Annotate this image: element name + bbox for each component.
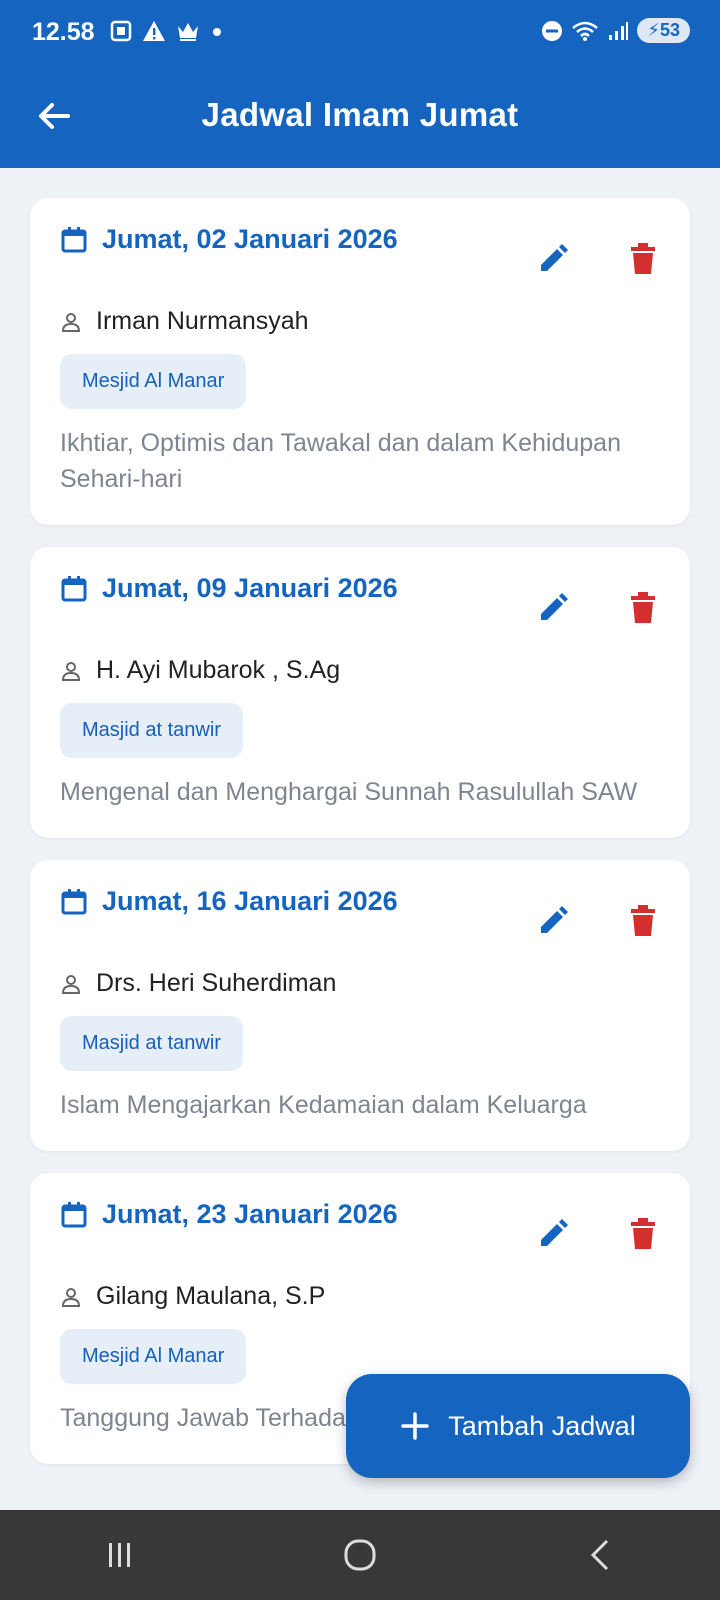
warning-icon [143, 21, 165, 41]
imam-row: Irman Nurmansyah [60, 307, 660, 336]
person-icon [61, 312, 81, 332]
edit-button[interactable] [536, 1217, 570, 1251]
edit-button[interactable] [536, 591, 570, 625]
delete-button[interactable] [626, 1217, 660, 1251]
recent-apps-icon [109, 1543, 130, 1567]
sermon-topic: Mengenal dan Menghargai Sunnah Rasululla… [60, 778, 638, 806]
calendar-icon [61, 888, 87, 914]
calendar-icon [61, 1201, 87, 1227]
status-time: 12.58 [32, 18, 95, 46]
schedule-date: Jumat, 16 Januari 2026 [102, 886, 398, 916]
status-right-icons: ⚡53 [541, 18, 690, 43]
calendar-icon [61, 226, 87, 252]
pencil-icon [541, 906, 568, 933]
signal-icon [609, 21, 629, 40]
battery-level: 53 [659, 20, 680, 40]
battery-icon: ⚡53 [637, 18, 690, 43]
person-icon [61, 1287, 81, 1307]
crown-icon [178, 23, 198, 41]
system-nav-bar [0, 1510, 720, 1600]
dnd-icon [542, 20, 563, 41]
pencil-icon [541, 1219, 568, 1246]
delete-button[interactable] [626, 904, 660, 938]
status-left-icons [110, 20, 224, 42]
recent-apps-button[interactable] [90, 1525, 150, 1585]
schedule-list: Jumat, 02 Januari 2026 Irman Nurmansyah … [30, 198, 690, 1486]
imam-name: Irman Nurmansyah [96, 307, 309, 335]
trash-icon [631, 243, 655, 274]
home-button[interactable] [330, 1525, 390, 1585]
wifi-icon [572, 21, 599, 41]
mosque-chip: Mesjid Al Manar [60, 354, 247, 409]
screenshot-icon [110, 20, 132, 42]
delete-button[interactable] [626, 591, 660, 625]
mosque-chip: Mesjid Al Manar [60, 1329, 247, 1384]
schedule-date: Jumat, 02 Januari 2026 [102, 224, 398, 254]
trash-icon [631, 592, 655, 623]
card-actions [536, 904, 660, 938]
mosque-chip: Masjid at tanwir [60, 1016, 243, 1071]
calendar-icon [61, 575, 87, 601]
dot-icon [213, 28, 221, 36]
edit-button[interactable] [536, 242, 570, 276]
app-bar: Jadwal Imam Jumat [0, 66, 720, 168]
status-bar: 12.58 ⚡53 [0, 0, 720, 66]
pencil-icon [541, 593, 568, 620]
pencil-icon [541, 244, 568, 271]
imam-row: Gilang Maulana, S.P [60, 1282, 660, 1311]
trash-icon [631, 1218, 655, 1249]
chevron-left-icon [590, 1539, 609, 1571]
card-actions [536, 591, 660, 625]
schedule-date: Jumat, 23 Januari 2026 [102, 1199, 398, 1229]
imam-name: Gilang Maulana, S.P [96, 1282, 326, 1310]
schedule-card[interactable]: Jumat, 02 Januari 2026 Irman Nurmansyah … [30, 198, 690, 525]
trash-icon [631, 905, 655, 936]
schedule-card[interactable]: Jumat, 09 Januari 2026 H. Ayi Mubarok , … [30, 547, 690, 838]
schedule-date: Jumat, 09 Januari 2026 [102, 573, 398, 603]
imam-name: H. Ayi Mubarok , S.Ag [96, 656, 341, 684]
card-actions [536, 242, 660, 276]
page-title: Jadwal Imam Jumat [201, 96, 519, 133]
delete-button[interactable] [626, 242, 660, 276]
add-schedule-button[interactable]: Tambah Jadwal [346, 1374, 690, 1478]
plus-icon [401, 1412, 429, 1440]
mosque-chip: Masjid at tanwir [60, 703, 243, 758]
imam-row: Drs. Heri Suherdiman [60, 969, 660, 998]
nav-back-button[interactable] [570, 1525, 630, 1585]
schedule-card[interactable]: Jumat, 16 Januari 2026 Drs. Heri Suherdi… [30, 860, 690, 1151]
imam-row: H. Ayi Mubarok , S.Ag [60, 656, 660, 685]
edit-button[interactable] [536, 904, 570, 938]
add-schedule-label: Tambah Jadwal [448, 1410, 636, 1441]
home-icon [344, 1539, 376, 1571]
person-icon [61, 661, 81, 681]
sermon-topic: Islam Mengajarkan Kedamaian dalam Keluar… [60, 1091, 587, 1119]
card-actions [536, 1217, 660, 1251]
imam-name: Drs. Heri Suherdiman [96, 969, 337, 997]
person-icon [61, 974, 81, 994]
sermon-topic: Ikhtiar, Optimis dan Tawakal dan dalam K… [60, 429, 621, 493]
